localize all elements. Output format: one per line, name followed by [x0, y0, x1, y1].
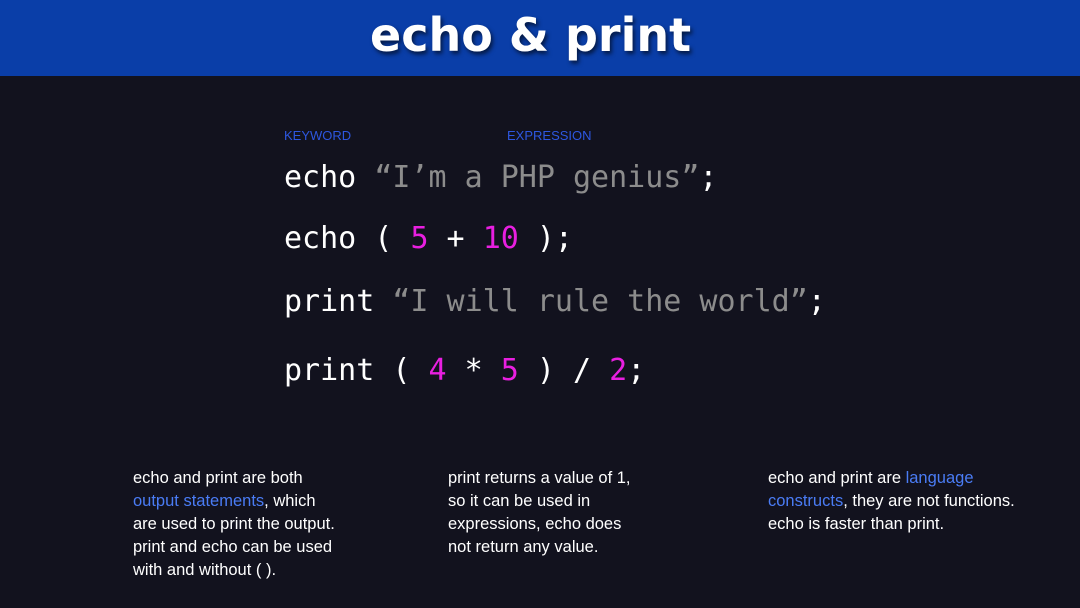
code-keyword: print — [284, 284, 375, 319]
code-line-1: echo “I’m a PHP genius”; — [284, 160, 718, 195]
code-number: 5 — [500, 353, 519, 388]
keyword-label: KEYWORD — [284, 128, 352, 143]
code-number: 2 — [609, 353, 628, 388]
title-bar: echo & print — [0, 0, 1080, 76]
code-keyword: print — [284, 353, 375, 388]
code-line-4: print ( 4 * 5 ) / 2; — [284, 353, 646, 388]
code-number: 5 — [410, 221, 429, 256]
code-line-3: print “I will rule the world”; — [284, 284, 826, 319]
note-left: echo and print are both output statement… — [133, 469, 335, 579]
note-middle: print returns a value of 1, so it can be… — [448, 469, 631, 556]
expression-label: EXPRESSION — [507, 128, 592, 143]
code-string: “I’m a PHP genius” — [374, 160, 700, 195]
code-keyword: echo — [284, 160, 357, 195]
code-keyword: echo — [284, 221, 357, 256]
code-line-2: echo ( 5 + 10 ); — [284, 221, 573, 256]
code-string: “I will rule the world” — [392, 284, 808, 319]
note-right: echo and print are language constructs, … — [768, 469, 1015, 533]
note-highlight: output statements — [133, 492, 265, 510]
code-number: 4 — [428, 353, 447, 388]
code-number: 10 — [482, 221, 519, 256]
slide-title: echo & print — [370, 8, 692, 62]
